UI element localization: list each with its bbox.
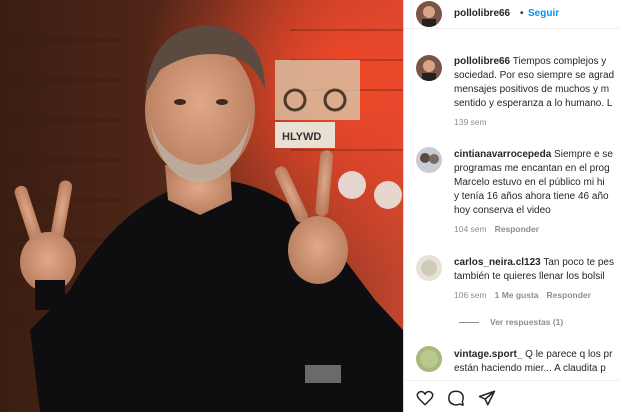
caption-line-3: mensajes positivos de muchos y m	[454, 84, 610, 95]
comment-avatar[interactable]	[416, 346, 442, 372]
caption-text: Tiempos complejos y	[512, 56, 607, 67]
comment-line-1: carlos_neira.cl123 Tan poco te pes	[454, 256, 614, 270]
comment-line-3: Marcelo estuvo en el público mi hi	[454, 177, 605, 188]
comment-username[interactable]: cintianavarrocepeda	[454, 149, 551, 160]
author-username[interactable]: pollolibre66	[454, 7, 510, 21]
reply-button[interactable]: Responder	[495, 224, 539, 234]
comment-line-2: programas me encantan en el prog	[454, 163, 610, 174]
author-avatar[interactable]	[416, 1, 442, 27]
avatar-image	[416, 55, 442, 81]
comment-meta: 104 sem Responder	[454, 224, 547, 234]
caption-line-2: sociedad. Por eso siempre se agrad	[454, 70, 615, 81]
reply-button[interactable]: Responder	[547, 290, 591, 300]
comment-avatar[interactable]	[416, 255, 442, 281]
caption-avatar[interactable]	[416, 55, 442, 81]
avatar-image	[416, 147, 442, 173]
comment-line-2: están haciendo mier... A claudita p	[454, 363, 606, 374]
post-header: pollolibre66 • Seguir	[404, 0, 620, 29]
comment-line-2: también te quieres llenar los bolsil	[454, 271, 605, 282]
comment-icon[interactable]	[447, 389, 465, 407]
comment-line-4: y tenía 16 años ahora tiene 46 año	[454, 191, 609, 202]
hlywd-sign: HLYWD	[282, 131, 321, 143]
comment-username[interactable]: vintage.sport_	[454, 349, 522, 360]
avatar-image	[416, 346, 442, 372]
comment-meta: 106 sem 1 Me gusta Responder	[454, 290, 599, 300]
comment-time[interactable]: 104 sem	[454, 224, 487, 234]
comment-time[interactable]: 106 sem	[454, 290, 487, 300]
share-icon[interactable]	[478, 389, 496, 407]
heart-icon[interactable]	[416, 389, 434, 407]
avatar-image	[416, 1, 442, 27]
comment-username[interactable]: carlos_neira.cl123	[454, 257, 541, 268]
caption-line-4: sentido y esperanza a lo humano. L	[454, 98, 613, 109]
caption-line-1: pollolibre66 Tiempos complejos y	[454, 55, 606, 69]
caption-meta: 139 sem	[454, 117, 495, 127]
avatar-image	[416, 255, 442, 281]
comment-line-5: hoy conserva el video	[454, 205, 551, 216]
comment-avatar[interactable]	[416, 147, 442, 173]
post-side-panel: pollolibre66 • Seguir pollolibre66 Tiemp…	[403, 0, 620, 412]
header-separator: •	[520, 8, 524, 19]
comment-text: Tan poco te pes	[543, 257, 614, 268]
comment-text: Q le parece q los pr	[525, 349, 613, 360]
comment-likes[interactable]: 1 Me gusta	[495, 290, 539, 300]
post-photo[interactable]: HLYWD	[0, 0, 403, 412]
follow-button[interactable]: Seguir	[528, 7, 559, 21]
comment-line-1: vintage.sport_ Q le parece q los pr	[454, 348, 612, 362]
comment-text: Siempre e se	[554, 149, 613, 160]
caption-time[interactable]: 139 sem	[454, 117, 487, 127]
action-bar	[404, 380, 620, 412]
view-replies-divider	[459, 322, 479, 323]
comment-line-1: cintianavarrocepeda Siempre e se	[454, 148, 613, 162]
caption-username[interactable]: pollolibre66	[454, 56, 510, 67]
view-replies-button[interactable]: Ver respuestas (1)	[490, 317, 563, 327]
photo-scene: HLYWD	[0, 0, 403, 412]
